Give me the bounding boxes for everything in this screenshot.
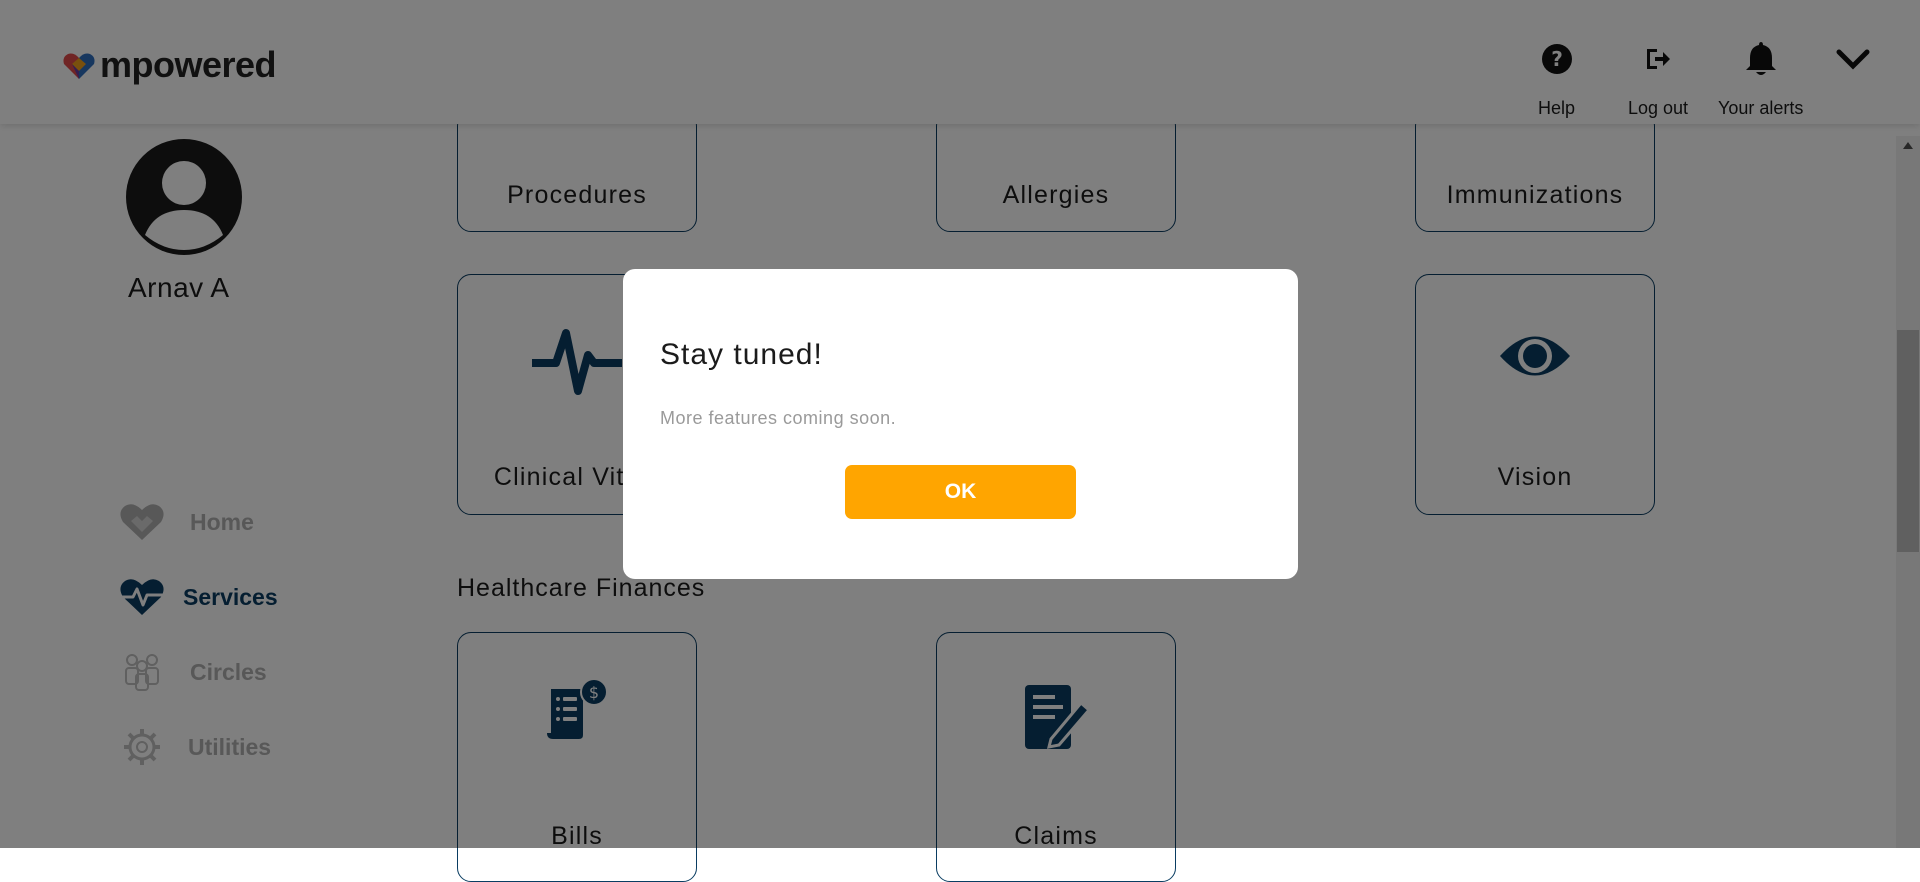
dialog-message: More features coming soon. [660, 408, 897, 428]
dialog-title: Stay tuned! [660, 338, 823, 371]
stay-tuned-dialog: Stay tuned! More features coming soon. O… [623, 269, 1298, 579]
ok-button[interactable]: OK [845, 465, 1076, 519]
